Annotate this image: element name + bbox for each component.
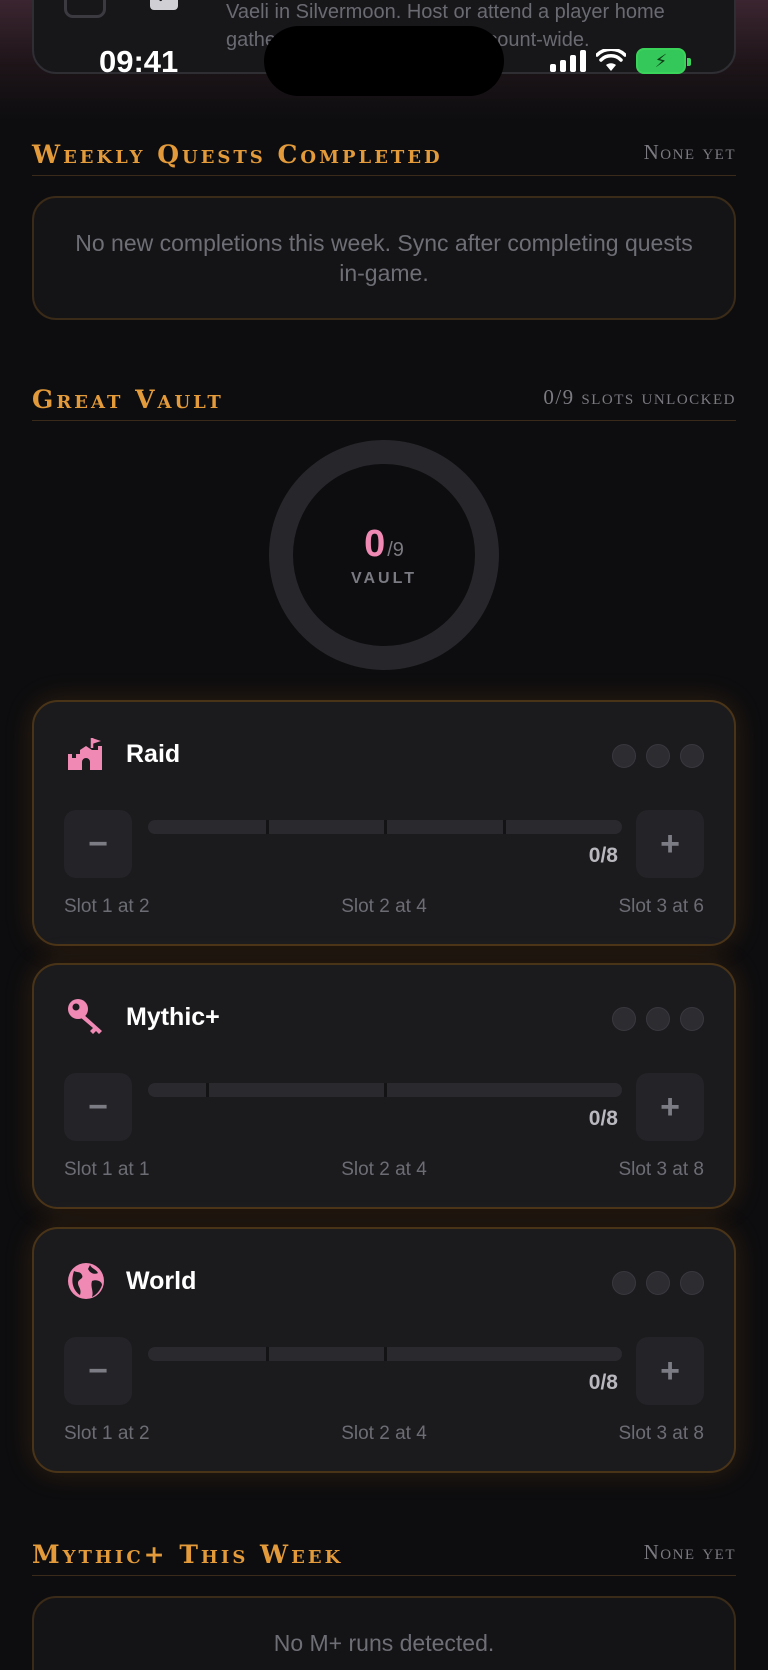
- slot-2-label: Slot 2 at 4: [341, 1423, 427, 1444]
- threshold-tick: [384, 820, 387, 834]
- increment-button[interactable]: +: [636, 1073, 704, 1141]
- section-meta: None yet: [643, 140, 736, 164]
- threshold-tick: [265, 1347, 269, 1361]
- decrement-button[interactable]: −: [64, 810, 132, 878]
- status-time: 09:41: [99, 44, 179, 79]
- section-meta: 0/9 slots unlocked: [543, 385, 736, 409]
- vault-total: /9: [387, 538, 404, 561]
- empty-message: No new completions this week. Sync after…: [75, 230, 693, 286]
- dynamic-island: [264, 26, 504, 96]
- increment-button[interactable]: +: [636, 810, 704, 878]
- progress-track: [148, 820, 622, 834]
- slot-indicators: [612, 1007, 704, 1031]
- slot-1-label: Slot 1 at 1: [64, 1159, 150, 1180]
- slot-dot: [646, 1007, 670, 1031]
- slot-2-label: Slot 2 at 4: [341, 896, 427, 917]
- threshold-tick: [206, 1083, 210, 1097]
- empty-message: No M+ runs detected.: [273, 1630, 495, 1656]
- activity-card-mythic-plus: Mythic+ − 0/8 + Slot 1 at 1 Slot 2 at 4 …: [32, 963, 736, 1209]
- section-title: Weekly Quests Completed: [32, 140, 443, 169]
- vault-count: 0: [364, 522, 386, 565]
- slot-thresholds: Slot 1 at 1 Slot 2 at 4 Slot 3 at 8: [64, 1159, 704, 1181]
- slot-indicators: [612, 744, 704, 768]
- threshold-tick: [265, 820, 269, 834]
- slot-2-label: Slot 2 at 4: [341, 1159, 427, 1180]
- threshold-tick: [384, 1347, 387, 1361]
- section-meta: None yet: [643, 1540, 736, 1564]
- slot-1-label: Slot 1 at 2: [64, 1423, 150, 1444]
- activity-name: Mythic+: [126, 1003, 220, 1031]
- progress-count: 0/8: [588, 844, 618, 867]
- slot-3-label: Slot 3 at 6: [618, 896, 704, 917]
- slot-dot: [680, 1271, 704, 1295]
- vault-progress-ring: 0 /9 VAULT: [269, 440, 499, 670]
- progress-track: [148, 1083, 622, 1097]
- great-vault-header: Great Vault 0/9 slots unlocked: [32, 385, 736, 421]
- slot-3-label: Slot 3 at 8: [618, 1159, 704, 1180]
- slot-thresholds: Slot 1 at 2 Slot 2 at 4 Slot 3 at 6: [64, 896, 704, 918]
- slot-thresholds: Slot 1 at 2 Slot 2 at 4 Slot 3 at 8: [64, 1423, 704, 1445]
- progress-count: 0/8: [588, 1107, 618, 1130]
- activity-card-world: World − 0/8 + Slot 1 at 2 Slot 2 at 4 Sl…: [32, 1227, 736, 1473]
- decrement-button[interactable]: −: [64, 1073, 132, 1141]
- cellular-signal-icon: [550, 50, 586, 72]
- weekly-quests-empty-card: No new completions this week. Sync after…: [32, 196, 736, 320]
- battery-charging-icon: ⚡: [636, 48, 691, 74]
- slot-indicators: [612, 1271, 704, 1295]
- progress-track: [148, 1347, 622, 1361]
- threshold-tick: [502, 820, 506, 834]
- activity-name: Raid: [126, 740, 181, 768]
- slot-dot: [680, 1007, 704, 1031]
- section-title: Mythic+ This Week: [32, 1540, 344, 1569]
- weekly-quests-header: Weekly Quests Completed None yet: [32, 140, 736, 176]
- mythic-plus-empty-card: No M+ runs detected.: [32, 1596, 736, 1670]
- decrement-button[interactable]: −: [64, 1337, 132, 1405]
- progress-count: 0/8: [588, 1371, 618, 1394]
- account-wide-check-icon: ✓: [150, 0, 178, 10]
- slot-dot: [680, 744, 704, 768]
- slot-3-label: Slot 3 at 8: [618, 1423, 704, 1444]
- section-title: Great Vault: [32, 385, 224, 414]
- slot-dot: [612, 1007, 636, 1031]
- threshold-tick: [384, 1083, 387, 1097]
- activity-card-raid: Raid − 0/8 + Slot 1 at 2 Slot 2 at 4 Slo…: [32, 700, 736, 946]
- quest-checkbox[interactable]: [64, 0, 106, 18]
- castle-icon: [66, 734, 106, 774]
- slot-dot: [646, 1271, 670, 1295]
- slot-dot: [612, 744, 636, 768]
- slot-1-label: Slot 1 at 2: [64, 896, 150, 917]
- globe-icon: [66, 1261, 106, 1301]
- slot-dot: [612, 1271, 636, 1295]
- key-icon: [66, 997, 106, 1037]
- status-indicators: ⚡: [550, 48, 691, 74]
- vault-label: VAULT: [351, 569, 417, 587]
- wifi-icon: [596, 49, 626, 71]
- slot-dot: [646, 744, 670, 768]
- activity-name: World: [126, 1267, 197, 1295]
- mythic-plus-week-header: Mythic+ This Week None yet: [32, 1540, 736, 1576]
- increment-button[interactable]: +: [636, 1337, 704, 1405]
